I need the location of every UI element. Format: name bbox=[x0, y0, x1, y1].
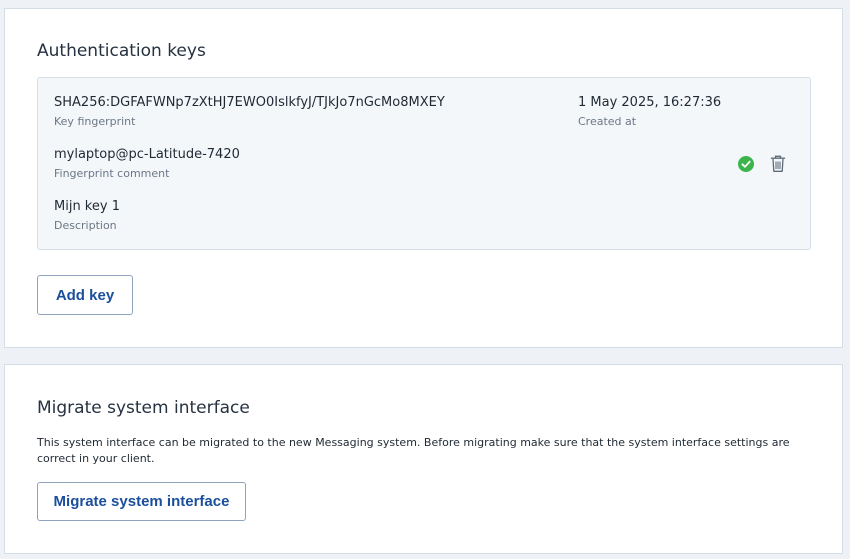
key-fingerprint-label: Key fingerprint bbox=[54, 115, 136, 128]
key-fingerprint-field: SHA256:DGFAFWNp7zXtHJ7EWO0IslkfyJ/TJkJo7… bbox=[54, 94, 445, 129]
key-fingerprint-value: SHA256:DGFAFWNp7zXtHJ7EWO0IslkfyJ/TJkJo7… bbox=[54, 95, 445, 110]
created-at-label: Created at bbox=[578, 115, 637, 128]
migrate-system-interface-button[interactable]: Migrate system interface bbox=[37, 482, 246, 521]
description-value: Mijn key 1 bbox=[54, 199, 120, 214]
authentication-keys-title: Authentication keys bbox=[37, 41, 206, 61]
created-at-value: 1 May 2025, 16:27:36 bbox=[578, 95, 722, 110]
description-label: Description bbox=[54, 219, 117, 232]
fingerprint-comment-field: mylaptop@pc-Latitude-7420 Fingerprint co… bbox=[54, 146, 240, 181]
check-circle-icon bbox=[738, 156, 754, 172]
trash-icon[interactable] bbox=[770, 155, 786, 173]
add-key-button[interactable]: Add key bbox=[37, 275, 133, 315]
migrate-system-interface-card: Migrate system interface This system int… bbox=[4, 364, 843, 554]
created-at-field: 1 May 2025, 16:27:36 Created at bbox=[578, 94, 721, 129]
migrate-system-interface-title: Migrate system interface bbox=[37, 398, 250, 418]
description-field: Mijn key 1 Description bbox=[54, 198, 120, 233]
migrate-description: This system interface can be migrated to… bbox=[37, 436, 790, 465]
key-item: SHA256:DGFAFWNp7zXtHJ7EWO0IslkfyJ/TJkJo7… bbox=[37, 77, 811, 250]
fingerprint-comment-value: mylaptop@pc-Latitude-7420 bbox=[54, 147, 240, 162]
authentication-keys-card: Authentication keys SHA256:DGFAFWNp7zXtH… bbox=[4, 8, 843, 348]
fingerprint-comment-label: Fingerprint comment bbox=[54, 167, 170, 180]
